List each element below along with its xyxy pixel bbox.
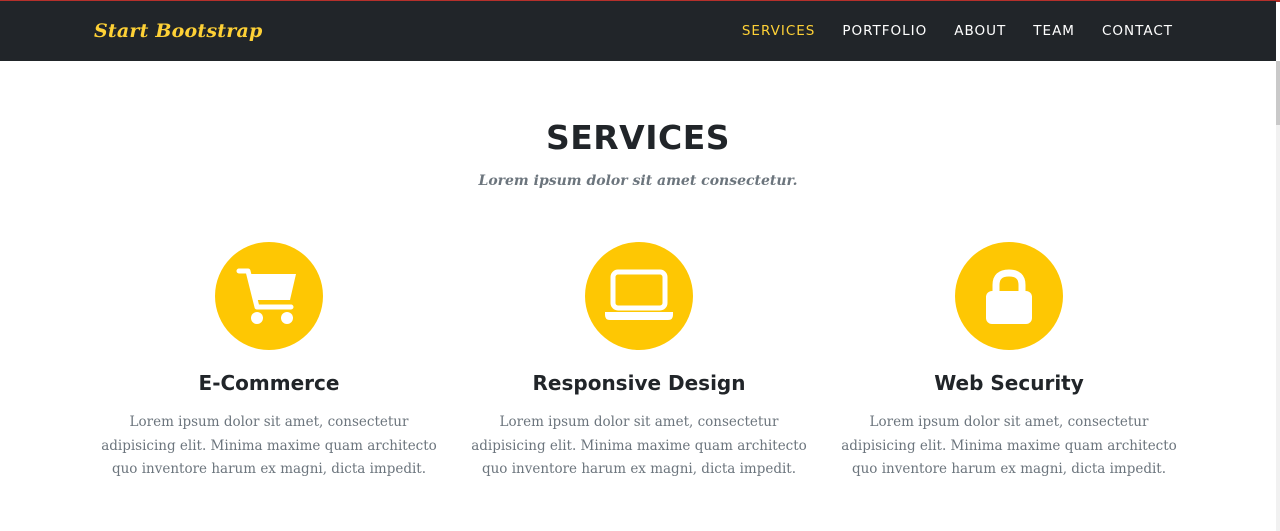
service-responsive-design: Responsive Design Lorem ipsum dolor sit …: [454, 242, 824, 482]
nav-link-services[interactable]: SERVICES: [742, 21, 815, 41]
nav-links: SERVICES PORTFOLIO ABOUT TEAM CONTACT: [742, 21, 1173, 41]
lock-icon: [955, 242, 1063, 350]
page-scrollbar-thumb[interactable]: [1276, 61, 1280, 125]
navbar: Start Bootstrap SERVICES PORTFOLIO ABOUT…: [0, 1, 1276, 61]
page-scrollbar[interactable]: [1276, 61, 1280, 531]
service-ecommerce: E-Commerce Lorem ipsum dolor sit amet, c…: [84, 242, 454, 482]
service-title: Responsive Design: [532, 371, 746, 395]
laptop-icon: [585, 242, 693, 350]
section-title: SERVICES: [545, 118, 731, 157]
service-description: Lorem ipsum dolor sit amet, consectetur …: [841, 414, 1177, 477]
section-subheading: Lorem ipsum dolor sit amet consectetur.: [478, 173, 798, 189]
nav-link-team[interactable]: TEAM: [1033, 21, 1075, 41]
shopping-cart-icon: [215, 242, 323, 350]
service-web-security: Web Security Lorem ipsum dolor sit amet,…: [824, 242, 1194, 482]
nav-link-contact[interactable]: CONTACT: [1102, 21, 1173, 41]
service-title: E-Commerce: [198, 371, 340, 395]
brand-logo[interactable]: Start Bootstrap: [94, 18, 262, 44]
service-title: Web Security: [934, 371, 1084, 395]
nav-link-portfolio[interactable]: PORTFOLIO: [842, 21, 927, 41]
nav-link-about[interactable]: ABOUT: [954, 21, 1006, 41]
service-description: Lorem ipsum dolor sit amet, consectetur …: [471, 414, 807, 477]
service-description: Lorem ipsum dolor sit amet, consectetur …: [101, 414, 437, 477]
